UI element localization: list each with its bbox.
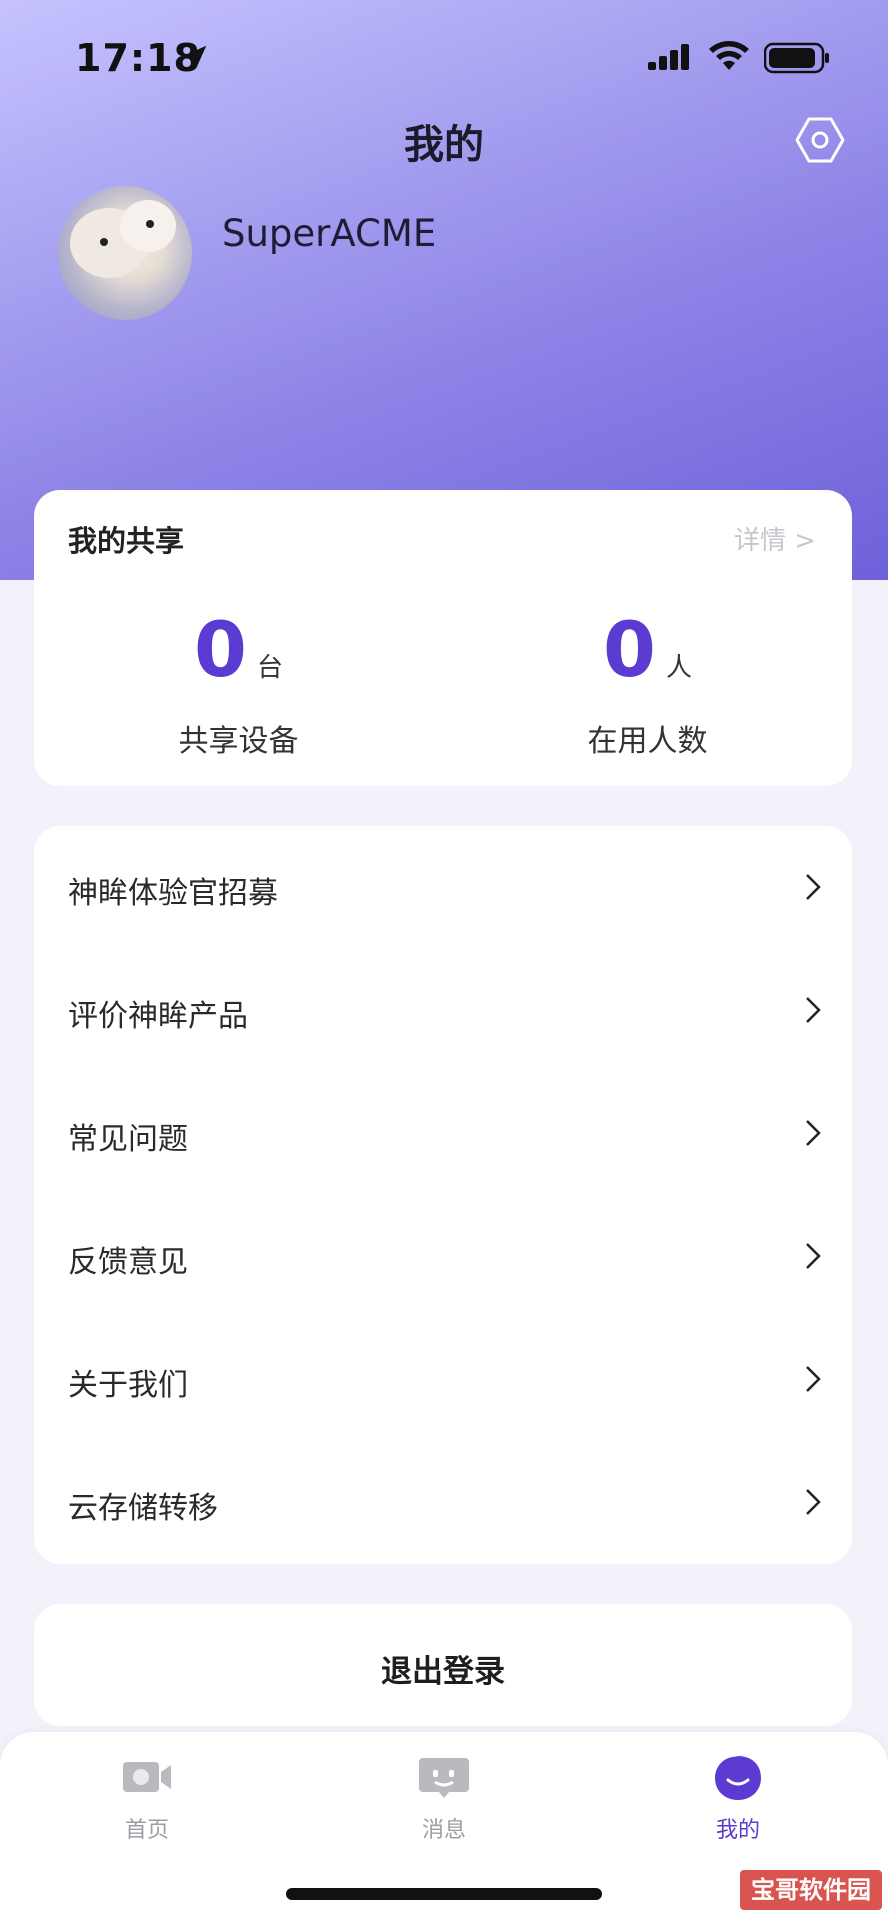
wifi-icon bbox=[709, 41, 749, 70]
status-bar: 17:18 bbox=[0, 0, 888, 110]
active-users-stat: 0人 在用人数 bbox=[443, 608, 852, 760]
active-users-count: 0 bbox=[603, 605, 656, 694]
chevron-right-icon bbox=[806, 874, 821, 900]
menu-item-about-us[interactable]: 关于我们 bbox=[34, 1318, 852, 1441]
chevron-right-icon bbox=[806, 1366, 821, 1392]
message-icon bbox=[419, 1758, 469, 1798]
share-title: 我的共享 bbox=[68, 524, 185, 558]
location-arrow-icon bbox=[183, 45, 207, 69]
chevron-right-icon bbox=[806, 1489, 821, 1515]
shared-devices-stat: 0台 共享设备 bbox=[34, 608, 443, 760]
menu-item-label: 神眸体验官招募 bbox=[68, 876, 278, 911]
logout-button[interactable]: 退出登录 bbox=[34, 1604, 852, 1726]
tab-label: 消息 bbox=[421, 1818, 466, 1843]
battery-icon bbox=[764, 42, 829, 74]
camera-icon bbox=[123, 1762, 171, 1792]
shared-devices-unit: 台 bbox=[256, 653, 283, 683]
menu-item-label: 反馈意见 bbox=[68, 1245, 188, 1280]
avatar[interactable] bbox=[58, 186, 192, 320]
chevron-right-icon bbox=[806, 1243, 821, 1269]
my-share-card: 我的共享 详情 > 0台 共享设备 0人 在用人数 bbox=[34, 490, 852, 786]
menu-item-label: 常见问题 bbox=[68, 1122, 188, 1157]
menu-item-cloud-storage-transfer[interactable]: 云存储转移 bbox=[34, 1441, 852, 1564]
username: SuperACME bbox=[222, 212, 437, 255]
watermark-logo: 宝哥软件园 bbox=[740, 1870, 882, 1910]
page-title: 我的 bbox=[404, 122, 484, 168]
cellular-signal-icon bbox=[648, 44, 689, 70]
home-indicator bbox=[286, 1888, 602, 1900]
menu-item-faq[interactable]: 常见问题 bbox=[34, 1072, 852, 1195]
logout-label: 退出登录 bbox=[381, 1654, 505, 1690]
settings-icon[interactable] bbox=[794, 114, 846, 166]
tab-label: 我的 bbox=[715, 1818, 760, 1843]
shared-devices-label: 共享设备 bbox=[178, 724, 299, 759]
tab-messages[interactable]: 消息 bbox=[374, 1750, 514, 1860]
menu-list: 神眸体验官招募 评价神眸产品 常见问题 反馈意见 关于我们 云存储转移 bbox=[34, 826, 852, 1564]
chevron-right-icon bbox=[806, 997, 821, 1023]
menu-item-rate-product[interactable]: 评价神眸产品 bbox=[34, 949, 852, 1072]
profile-icon bbox=[715, 1753, 761, 1800]
shared-devices-count: 0 bbox=[194, 605, 247, 694]
menu-item-label: 关于我们 bbox=[68, 1368, 188, 1403]
chevron-right-icon bbox=[806, 1120, 821, 1146]
menu-item-feedback[interactable]: 反馈意见 bbox=[34, 1195, 852, 1318]
share-detail-link[interactable]: 详情 > bbox=[734, 520, 816, 557]
tab-home[interactable]: 首页 bbox=[77, 1750, 217, 1860]
menu-item-experience-officer[interactable]: 神眸体验官招募 bbox=[34, 826, 852, 949]
tab-me[interactable]: 我的 bbox=[668, 1750, 808, 1860]
active-users-unit: 人 bbox=[665, 653, 692, 683]
tab-label: 首页 bbox=[124, 1818, 169, 1843]
active-users-label: 在用人数 bbox=[587, 724, 708, 759]
menu-item-label: 评价神眸产品 bbox=[68, 999, 248, 1034]
menu-item-label: 云存储转移 bbox=[68, 1491, 218, 1526]
